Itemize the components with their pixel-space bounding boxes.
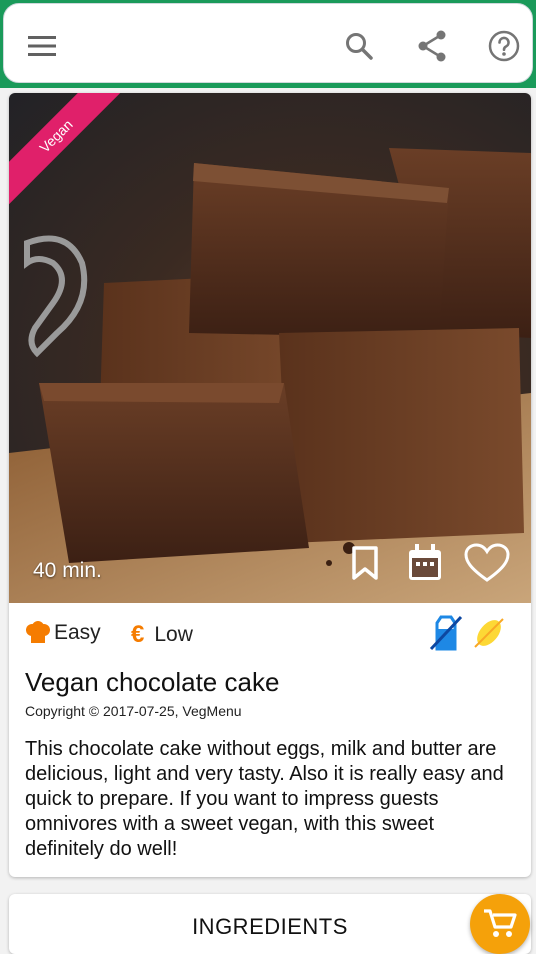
euro-icon: € — [131, 621, 145, 648]
menu-icon[interactable] — [24, 28, 60, 64]
cake-illustration — [9, 148, 531, 603]
share-icon[interactable] — [414, 28, 450, 64]
shopping-cart-button[interactable] — [470, 894, 530, 954]
recipe-photo[interactable]: Vegan 40 min. — [9, 93, 531, 603]
ingredients-heading: INGREDIENTS — [192, 914, 348, 939]
difficulty-label: Easy — [54, 621, 101, 644]
chef-hat-icon — [26, 621, 50, 643]
no-milk-icon — [429, 615, 463, 651]
prep-time: 40 min. — [33, 559, 102, 582]
search-bar[interactable] — [3, 3, 533, 83]
favorite-heart-icon[interactable] — [461, 541, 513, 585]
bookmark-icon[interactable] — [343, 541, 387, 585]
recipe-copyright: Copyright © 2017-07-25, VegMenu — [25, 703, 242, 719]
difficulty: Easy — [25, 621, 101, 645]
search-icon[interactable] — [341, 28, 377, 64]
recipe-card[interactable]: Vegan 40 min. Easy € Low Vegan chocolate… — [9, 93, 531, 877]
help-icon[interactable] — [486, 28, 522, 64]
ingredients-card[interactable]: INGREDIENTS — [9, 894, 531, 954]
cost: € Low — [131, 621, 193, 649]
recipe-description: This chocolate cake without eggs, milk a… — [25, 738, 504, 860]
recipe-meta: Easy € Low — [9, 603, 531, 665]
cost-label: Low — [154, 623, 193, 646]
recipe-title: Vegan chocolate cake — [25, 667, 280, 697]
calendar-icon[interactable] — [403, 541, 447, 585]
shopping-cart-icon — [484, 909, 517, 937]
no-gluten-icon — [471, 615, 507, 651]
app-bar — [0, 0, 536, 88]
